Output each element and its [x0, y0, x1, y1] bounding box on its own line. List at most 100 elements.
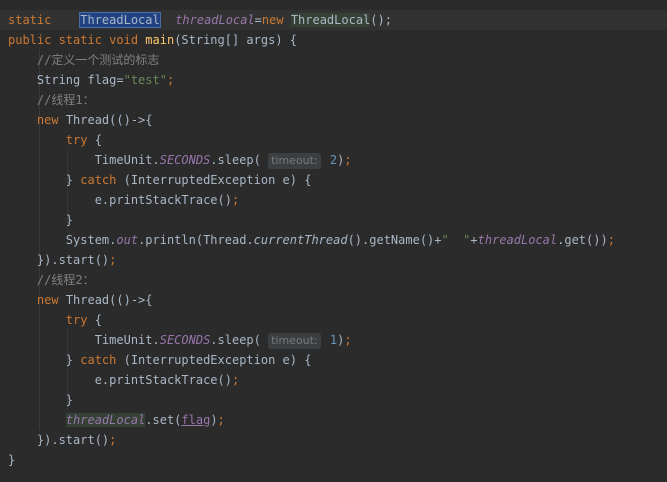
code-token: e.printStackTrace() [8, 193, 232, 207]
code-token: ThreadLocal [79, 12, 161, 28]
code-token: ; [344, 333, 352, 347]
code-line[interactable]: try { [0, 130, 667, 150]
code-line[interactable]: //线程1： [0, 90, 667, 110]
code-token: .set( [145, 413, 182, 427]
code-line[interactable]: System.out.println(Thread.currentThread(… [0, 230, 667, 250]
code-token: try [65, 313, 95, 327]
code-token: (InterruptedException e) { [123, 173, 312, 187]
code-token: ) [210, 413, 218, 427]
code-token: try [65, 133, 95, 147]
code-token: out [116, 233, 139, 247]
code-token: ; [217, 413, 225, 427]
code-line[interactable]: } [0, 450, 667, 470]
code-line[interactable]: } [0, 390, 667, 410]
code-line[interactable]: TimeUnit.SECONDS.sleep( timeout: 2); [0, 150, 667, 170]
code-token: ; [231, 193, 240, 207]
code-line[interactable]: TimeUnit.SECONDS.sleep( timeout: 1); [0, 330, 667, 350]
code-token: }).start() [8, 253, 110, 267]
code-line[interactable]: } catch (InterruptedException e) { [0, 170, 667, 190]
code-token: { [94, 133, 102, 147]
code-token: + [470, 233, 478, 247]
code-line[interactable]: String flag="test"; [0, 70, 667, 90]
code-token: .sleep( [210, 153, 269, 167]
code-token: //线程1： [36, 93, 95, 107]
code-token: static [8, 13, 81, 27]
code-token: ; [166, 73, 175, 87]
code-token: = [254, 13, 262, 27]
code-line[interactable]: static ThreadLocal threadLocal=new Threa… [0, 10, 667, 30]
code-editor[interactable]: static ThreadLocal threadLocal=new Threa… [0, 0, 667, 482]
code-token: System. [8, 233, 117, 247]
code-line[interactable]: public static void main(String[] args) { [0, 30, 667, 50]
code-token: .println(Thread. [138, 233, 254, 247]
code-token: 2 [322, 153, 338, 167]
code-token: " " [441, 233, 471, 247]
code-token: new [36, 113, 66, 127]
code-token: flag [181, 413, 211, 427]
code-token: .get()) [557, 233, 608, 247]
code-token: "test" [123, 73, 167, 87]
code-token: ; [109, 433, 117, 447]
code-token: ; [344, 153, 352, 167]
code-token: { [94, 313, 102, 327]
code-token: threadLocal [175, 13, 255, 27]
code-line[interactable]: //线程2： [0, 270, 667, 290]
code-token: (String[] args) { [174, 33, 298, 47]
code-token: new [261, 13, 291, 27]
code-token: } [8, 173, 81, 187]
code-token: public static void [8, 33, 146, 47]
code-token: currentThread [253, 233, 348, 247]
code-token: } [8, 393, 74, 407]
code-line[interactable]: }).start(); [0, 250, 667, 270]
code-token: catch [80, 353, 124, 367]
code-line[interactable]: try { [0, 310, 667, 330]
code-token: ; [607, 233, 615, 247]
code-token: new [36, 293, 66, 307]
code-token: ; [231, 373, 240, 387]
code-token: } [8, 453, 16, 467]
code-token: TimeUnit. [8, 333, 160, 347]
code-token: e.printStackTrace() [8, 373, 232, 387]
code-line[interactable]: e.printStackTrace(); [0, 190, 667, 210]
code-token: threadLocal [65, 413, 146, 427]
code-line[interactable]: } [0, 210, 667, 230]
code-token: }).start() [8, 433, 110, 447]
code-line[interactable]: e.printStackTrace(); [0, 370, 667, 390]
code-line[interactable]: new Thread(()->{ [0, 110, 667, 130]
code-token: Thread(()->{ [65, 113, 153, 127]
code-token: } [8, 353, 81, 367]
code-line[interactable]: new Thread(()->{ [0, 290, 667, 310]
code-token: threadLocal [477, 233, 558, 247]
code-token: SECONDS [159, 153, 211, 167]
code-token: (InterruptedException e) { [123, 353, 312, 367]
code-line[interactable]: threadLocal.set(flag); [0, 410, 667, 430]
code-token: 1 [322, 333, 338, 347]
code-line[interactable]: }).start(); [0, 430, 667, 450]
code-token: TimeUnit. [8, 153, 160, 167]
code-token: catch [80, 173, 124, 187]
code-token: Thread(()->{ [65, 293, 153, 307]
code-token: String flag= [8, 73, 124, 87]
parameter-hint: timeout: [268, 333, 321, 349]
code-token: ; [109, 253, 117, 267]
code-token: //定义一个测试的标志 [36, 53, 160, 67]
code-token: } [8, 213, 74, 227]
code-line[interactable]: } catch (InterruptedException e) { [0, 350, 667, 370]
code-token: ().getName()+ [347, 233, 442, 247]
code-line[interactable]: //定义一个测试的标志 [0, 50, 667, 70]
parameter-hint: timeout: [268, 153, 321, 169]
code-token: main [145, 33, 175, 47]
code-token: (); [370, 13, 392, 27]
code-token: SECONDS [159, 333, 211, 347]
code-token: .sleep( [210, 333, 269, 347]
code-token: //线程2： [36, 273, 95, 287]
